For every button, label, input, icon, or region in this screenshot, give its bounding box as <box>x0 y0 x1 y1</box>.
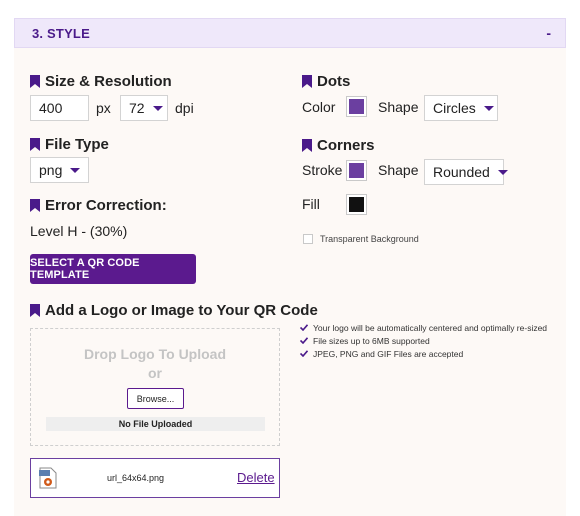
section-title: 3. STYLE <box>32 25 90 41</box>
logo-dropzone[interactable]: Drop Logo To Upload or Browse... No File… <box>30 328 280 446</box>
upload-status: No File Uploaded <box>46 417 265 431</box>
size-unit-label: px <box>96 100 111 116</box>
delete-link[interactable]: Delete <box>237 470 275 485</box>
file-type-select[interactable]: png <box>30 157 89 183</box>
corners-heading: Corners <box>302 137 375 154</box>
dpi-label: dpi <box>175 100 194 116</box>
bookmark-icon <box>302 139 312 152</box>
file-type-value: png <box>39 162 63 178</box>
chevron-down-icon <box>483 105 494 111</box>
corners-label: Corners <box>317 137 375 154</box>
size-resolution-label: Size & Resolution <box>45 73 172 90</box>
size-resolution-heading: Size & Resolution <box>30 73 172 90</box>
logo-heading-label: Add a Logo or Image to Your QR Code <box>45 302 318 319</box>
info-text: JPEG, PNG and GIF Files are accepted <box>313 349 464 359</box>
logo-heading: Add a Logo or Image to Your QR Code <box>30 302 318 319</box>
size-width-input[interactable]: 400 <box>30 95 89 121</box>
error-correction-heading: Error Correction: <box>30 197 167 214</box>
drop-or-text: or <box>148 365 162 381</box>
dots-color-label: Color <box>302 99 336 115</box>
drop-text: Drop Logo To Upload <box>83 346 227 362</box>
chevron-down-icon <box>70 167 81 173</box>
corners-stroke-color-picker[interactable] <box>346 160 367 181</box>
corners-stroke-label: Stroke <box>302 162 343 178</box>
corners-stroke-swatch <box>349 163 364 178</box>
uploaded-filename: url_64x64.png <box>107 473 165 483</box>
chevron-down-icon <box>152 105 163 111</box>
select-template-button[interactable]: SELECT A QR CODE TEMPLATE <box>30 254 196 284</box>
checkmark-icon <box>300 350 308 357</box>
transparent-background-checkbox[interactable] <box>303 234 313 244</box>
dots-color-picker[interactable] <box>346 96 367 117</box>
checkmark-icon <box>300 337 308 344</box>
file-type-heading: File Type <box>30 136 109 153</box>
dpi-value: 72 <box>129 100 145 116</box>
dots-shape-label: Shape <box>378 99 419 115</box>
error-correction-label: Error Correction: <box>45 197 167 214</box>
dots-label: Dots <box>317 73 351 90</box>
checkmark-icon <box>300 324 308 331</box>
bookmark-icon <box>30 304 40 317</box>
bookmark-icon <box>30 138 40 151</box>
info-text: File sizes up to 6MB supported <box>313 336 430 346</box>
dots-shape-value: Circles <box>433 100 476 116</box>
error-correction-value: Level H - (30%) <box>30 223 128 239</box>
corners-fill-swatch <box>349 197 364 212</box>
bookmark-icon <box>30 75 40 88</box>
corners-fill-color-picker[interactable] <box>346 194 367 215</box>
collapse-toggle[interactable]: - <box>546 25 551 41</box>
dots-color-swatch <box>349 99 364 114</box>
png-file-icon <box>39 467 57 489</box>
list-item: JPEG, PNG and GIF Files are accepted <box>300 348 550 360</box>
dots-shape-select[interactable]: Circles <box>424 95 498 121</box>
chevron-down-icon <box>497 169 508 175</box>
browse-button[interactable]: Browse... <box>127 388 184 409</box>
file-type-label: File Type <box>45 136 109 153</box>
transparent-background-label: Transparent Background <box>320 234 419 244</box>
corners-shape-value: Rounded <box>433 164 490 180</box>
bookmark-icon <box>30 199 40 212</box>
corners-shape-select[interactable]: Rounded <box>424 159 508 185</box>
info-text: Your logo will be automatically centered… <box>313 323 548 333</box>
list-item: Your logo will be automatically centered… <box>300 322 550 334</box>
bookmark-icon <box>302 75 312 88</box>
style-section-header[interactable]: 3. STYLE - <box>14 18 566 48</box>
uploaded-file-row: url_64x64.png Delete <box>30 458 280 498</box>
logo-info-list: Your logo will be automatically centered… <box>300 322 550 361</box>
dpi-select[interactable]: 72 <box>120 95 168 121</box>
corners-fill-label: Fill <box>302 196 320 212</box>
list-item: File sizes up to 6MB supported <box>300 335 550 347</box>
dots-heading: Dots <box>302 73 350 90</box>
style-panel: Size & Resolution 400 px 72 dpi File Typ… <box>14 48 566 516</box>
corners-shape-label: Shape <box>378 162 419 178</box>
